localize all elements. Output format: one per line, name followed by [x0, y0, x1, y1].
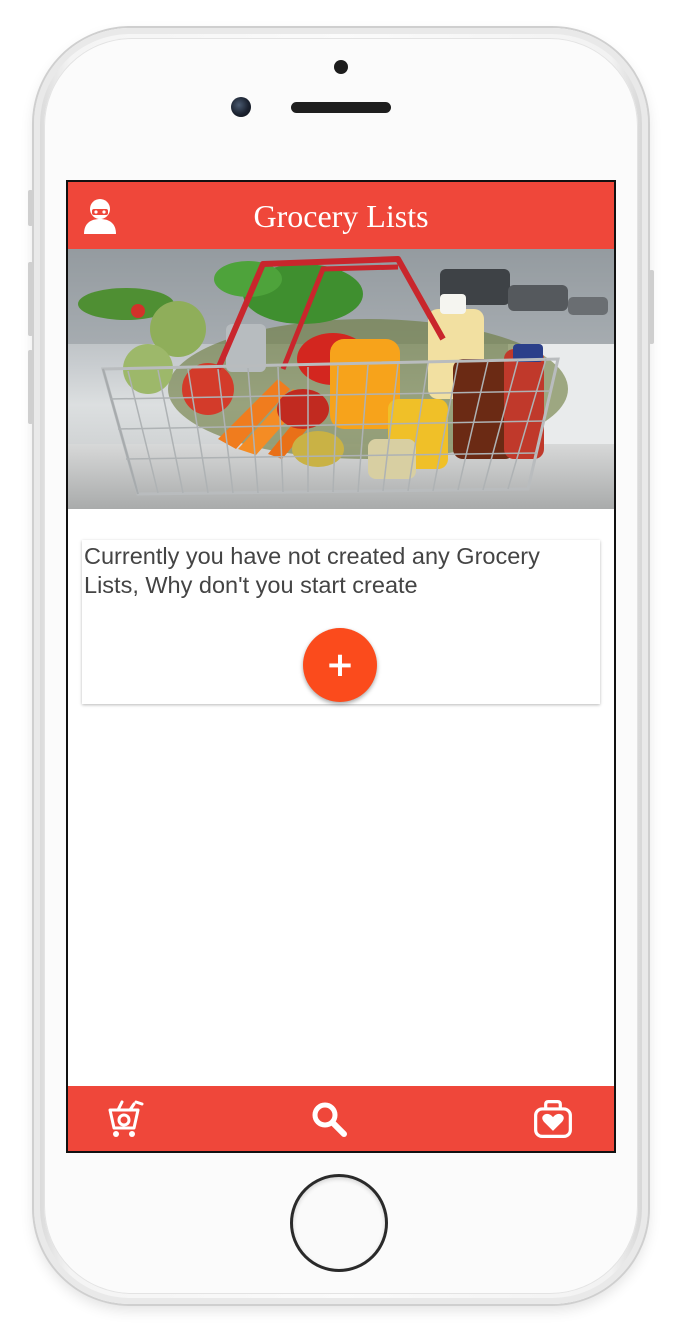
earpiece-speaker — [291, 102, 391, 113]
hero-image — [68, 249, 614, 509]
home-button[interactable] — [290, 1174, 388, 1272]
power-button — [649, 270, 654, 344]
bottom-nav — [68, 1086, 614, 1151]
volume-up-button — [28, 262, 33, 336]
mute-switch — [28, 190, 33, 226]
empty-state-message: Currently you have not created any Groce… — [84, 543, 540, 598]
empty-state-card: Currently you have not created any Groce… — [82, 540, 600, 704]
front-camera — [231, 97, 251, 117]
add-list-button[interactable]: + — [303, 628, 377, 702]
nav-favorites-button[interactable] — [532, 1098, 574, 1140]
app-screen: Grocery Lists Currently you have not cre… — [66, 180, 616, 1153]
heart-bag-icon — [534, 1100, 572, 1138]
plus-icon: + — [325, 645, 355, 685]
app-header: Grocery Lists — [68, 182, 614, 249]
nav-search-button[interactable] — [308, 1098, 350, 1140]
cart-icon — [108, 1100, 144, 1137]
volume-down-button — [28, 350, 33, 424]
page-title: Grocery Lists — [253, 198, 429, 234]
nav-cart-button[interactable] — [104, 1098, 146, 1140]
proximity-sensor — [334, 60, 348, 74]
search-icon — [312, 1102, 347, 1137]
